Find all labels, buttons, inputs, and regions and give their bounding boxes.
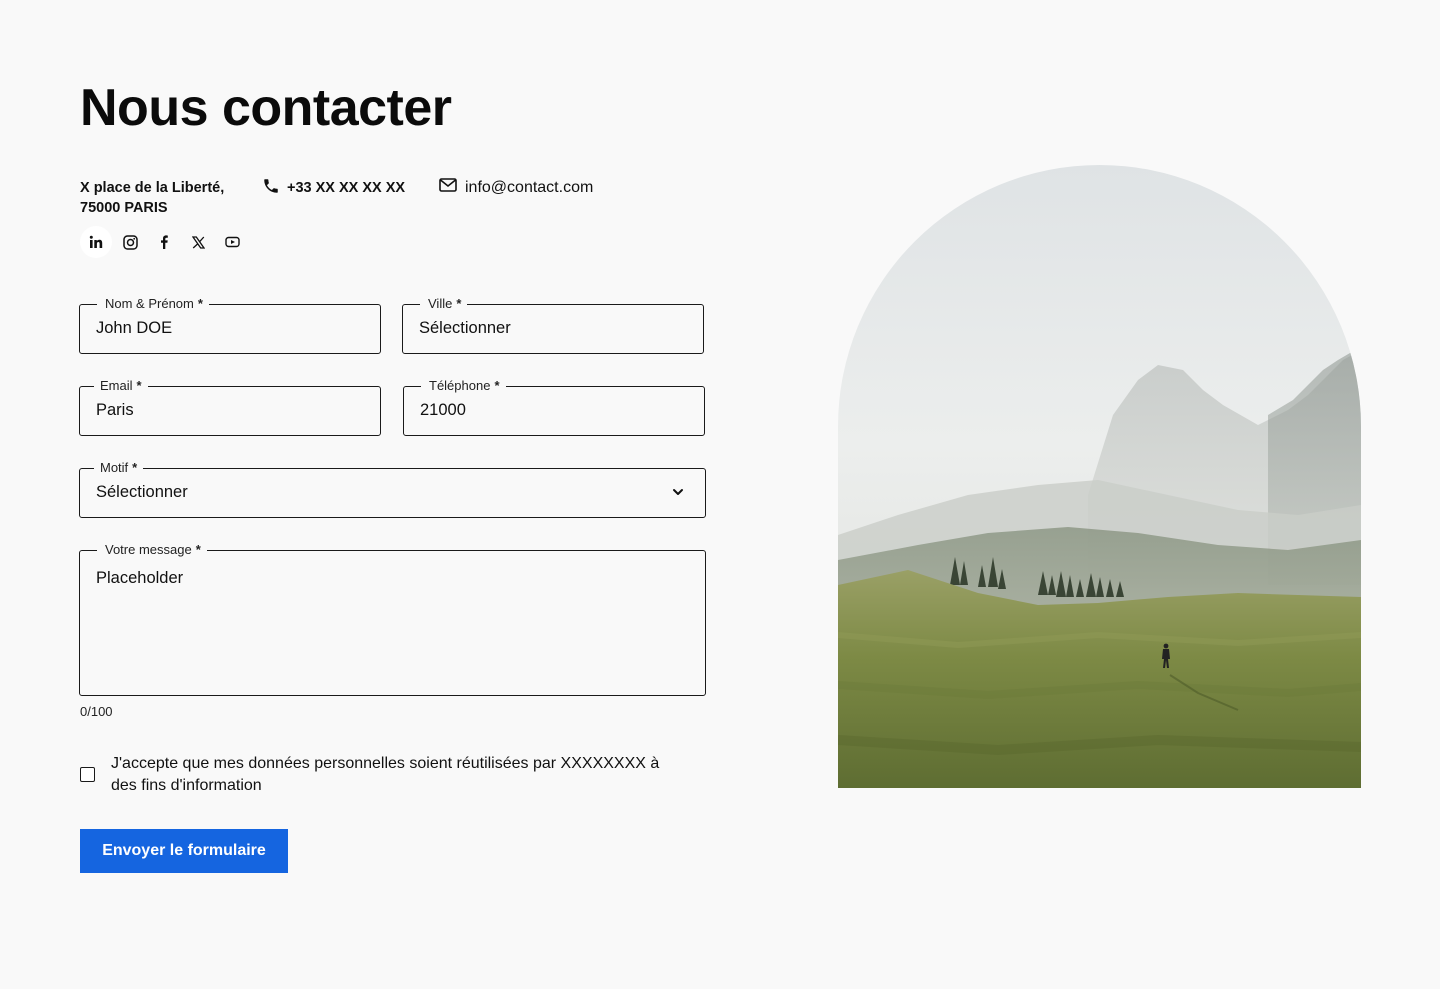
address-line-2: 75000 PARIS [80,200,168,216]
email-field-label: Email * [94,378,148,394]
contact-page: Nous contacter X place de la Liberté, 75… [0,0,1440,989]
reason-select-label: Motif * [94,460,144,476]
phone-field-value: 21000 [420,401,466,419]
x-icon[interactable] [182,226,214,258]
submit-button[interactable]: Envoyer le formulaire [80,829,288,873]
linkedin-icon[interactable] [80,226,112,258]
instagram-icon[interactable] [114,226,146,258]
consent-row: J'accepte que mes données personnelles s… [80,753,671,797]
name-field[interactable]: Nom & Prénom * John DOE [79,296,381,354]
phone-field[interactable]: Téléphone * 21000 [403,378,705,436]
reason-select[interactable]: Motif * Sélectionner [79,460,706,518]
phone-icon [262,177,280,199]
phone-contact[interactable]: +33 XX XX XX XX [262,177,405,199]
phone-field-label: Téléphone * [421,378,506,394]
reason-select-value: Sélectionner [96,483,188,501]
facebook-icon[interactable] [148,226,180,258]
message-placeholder: Placeholder [96,569,184,587]
phone-number: +33 XX XX XX XX [287,180,406,196]
email-field[interactable]: Email * Paris [79,378,381,436]
character-counter: 0/100 [80,704,113,719]
email-field-value: Paris [96,401,134,419]
page-title: Nous contacter [80,79,452,137]
mail-icon [439,177,457,198]
name-field-value: John DOE [96,319,173,337]
social-links [80,226,248,258]
city-select-value: Sélectionner [419,319,511,337]
name-field-label: Nom & Prénom * [97,296,209,312]
message-textarea[interactable]: Votre message * Placeholder [79,542,706,696]
address-line-1: X place de la Liberté, [80,180,225,196]
city-select-label: Ville * [420,296,468,312]
address: X place de la Liberté, 75000 PARIS [80,178,224,218]
email-contact[interactable]: info@contact.com [439,177,593,198]
youtube-icon[interactable] [216,226,248,258]
chevron-down-icon [671,485,685,504]
consent-label: J'accepte que mes données personnelles s… [111,755,660,794]
landscape-image [838,165,1361,788]
consent-checkbox[interactable] [80,767,95,782]
email-address: info@contact.com [465,178,594,196]
message-textarea-label: Votre message * [97,542,207,558]
city-select[interactable]: Ville * Sélectionner [402,296,704,354]
